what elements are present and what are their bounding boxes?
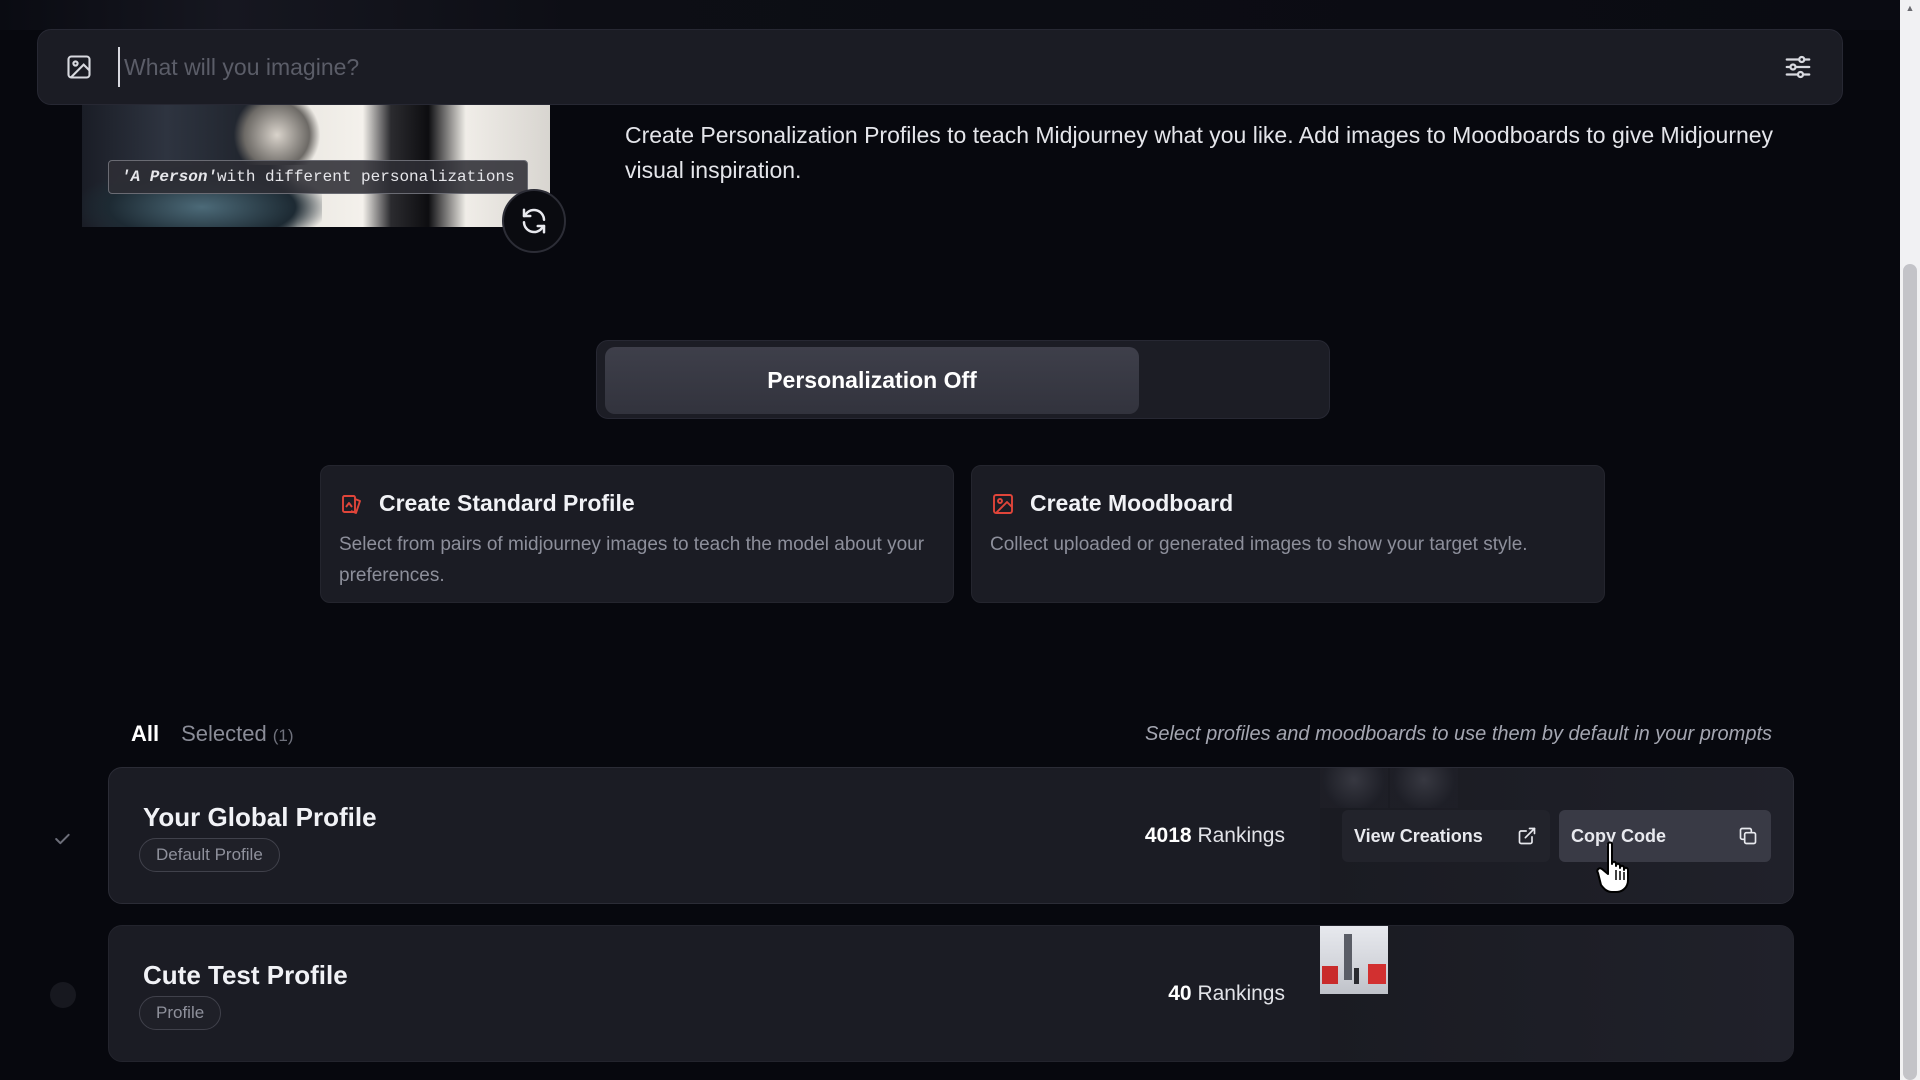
tab-all[interactable]: All bbox=[131, 721, 159, 747]
card-title-row: Create Moodboard bbox=[990, 490, 1586, 517]
profile-filter-tabs: All Selected (1) bbox=[131, 721, 294, 747]
scrollbar-thumb[interactable] bbox=[1903, 264, 1917, 1080]
thumbnail-detail bbox=[1354, 968, 1359, 984]
caption-text: with different personalizations bbox=[217, 168, 515, 186]
image-icon[interactable] bbox=[64, 52, 94, 82]
rankings-count: 40 Rankings bbox=[1168, 982, 1285, 1006]
prompt-input[interactable] bbox=[118, 47, 1780, 87]
create-moodboard-card[interactable]: Create Moodboard Collect uploaded or gen… bbox=[971, 465, 1605, 603]
scroll-up-arrow-icon[interactable]: ▲ bbox=[1903, 2, 1917, 14]
thumbnail-image bbox=[1320, 768, 1388, 808]
copy-icon bbox=[1737, 825, 1759, 847]
rankings-label: Rankings bbox=[1197, 824, 1285, 847]
profile-card-icon bbox=[339, 491, 365, 517]
tab-selected[interactable]: Selected (1) bbox=[181, 721, 293, 747]
moodboard-image-icon bbox=[990, 491, 1016, 517]
preview-image-detail bbox=[232, 105, 322, 165]
sliders-icon[interactable] bbox=[1780, 49, 1816, 85]
profile-thumbnails bbox=[1320, 926, 1793, 1061]
view-creations-button[interactable]: View Creations bbox=[1342, 810, 1550, 862]
profile-row[interactable]: Your Global Profile Default Profile 4018… bbox=[108, 767, 1794, 904]
rankings-count: 4018 Rankings bbox=[1145, 824, 1285, 848]
refresh-button[interactable] bbox=[502, 189, 566, 253]
profile-name: Cute Test Profile bbox=[143, 960, 348, 990]
view-creations-label: View Creations bbox=[1354, 825, 1483, 846]
create-standard-profile-card[interactable]: Create Standard Profile Select from pair… bbox=[320, 465, 954, 603]
thumbnail-image bbox=[1320, 926, 1388, 994]
thumbnail-detail bbox=[1322, 966, 1338, 984]
card-description: Select from pairs of midjourney images t… bbox=[339, 534, 925, 586]
tab-selected-count: (1) bbox=[272, 726, 294, 745]
profile-type-badge: Profile bbox=[139, 996, 222, 1030]
thumbnail-detail bbox=[1344, 934, 1352, 980]
copy-code-button[interactable]: Copy Code bbox=[1559, 810, 1771, 862]
personalization-toggle[interactable]: Personalization Off bbox=[596, 340, 1330, 419]
thumbnail-image bbox=[1390, 768, 1458, 808]
card-title: Create Moodboard bbox=[1030, 490, 1234, 516]
refresh-icon bbox=[522, 208, 546, 234]
intro-text: Create Personalization Profiles to teach… bbox=[625, 122, 1774, 183]
profile-select-checkbox[interactable] bbox=[50, 827, 74, 851]
external-link-icon bbox=[1516, 825, 1538, 847]
profile-select-checkbox[interactable] bbox=[50, 982, 76, 1008]
check-icon bbox=[55, 833, 70, 845]
caption-quoted-text: 'A Person' bbox=[121, 168, 218, 186]
hand-cursor-icon bbox=[1594, 840, 1638, 894]
card-title: Create Standard Profile bbox=[379, 490, 635, 516]
preview-caption: 'A Person' with different personalizatio… bbox=[108, 160, 528, 194]
card-description: Collect uploaded or generated images to … bbox=[990, 534, 1528, 555]
profile-type-badge: Default Profile bbox=[139, 838, 280, 872]
top-backdrop bbox=[0, 0, 1900, 30]
personalization-toggle-knob[interactable]: Personalization Off bbox=[605, 347, 1139, 414]
rankings-number: 40 bbox=[1168, 982, 1192, 1005]
rankings-label: Rankings bbox=[1197, 982, 1285, 1005]
tab-selected-label: Selected bbox=[181, 721, 267, 746]
card-title-row: Create Standard Profile bbox=[339, 490, 935, 517]
prompt-bar bbox=[37, 29, 1843, 105]
rankings-number: 4018 bbox=[1144, 824, 1192, 847]
profile-name: Your Global Profile bbox=[143, 802, 377, 832]
page: 'A Person' with different personalizatio… bbox=[0, 0, 1920, 1080]
profile-row[interactable]: Cute Test Profile Profile 40 Rankings bbox=[108, 925, 1794, 1062]
thumbnail-detail bbox=[1368, 964, 1386, 984]
selection-hint: Select profiles and moodboards to use th… bbox=[1144, 723, 1772, 745]
